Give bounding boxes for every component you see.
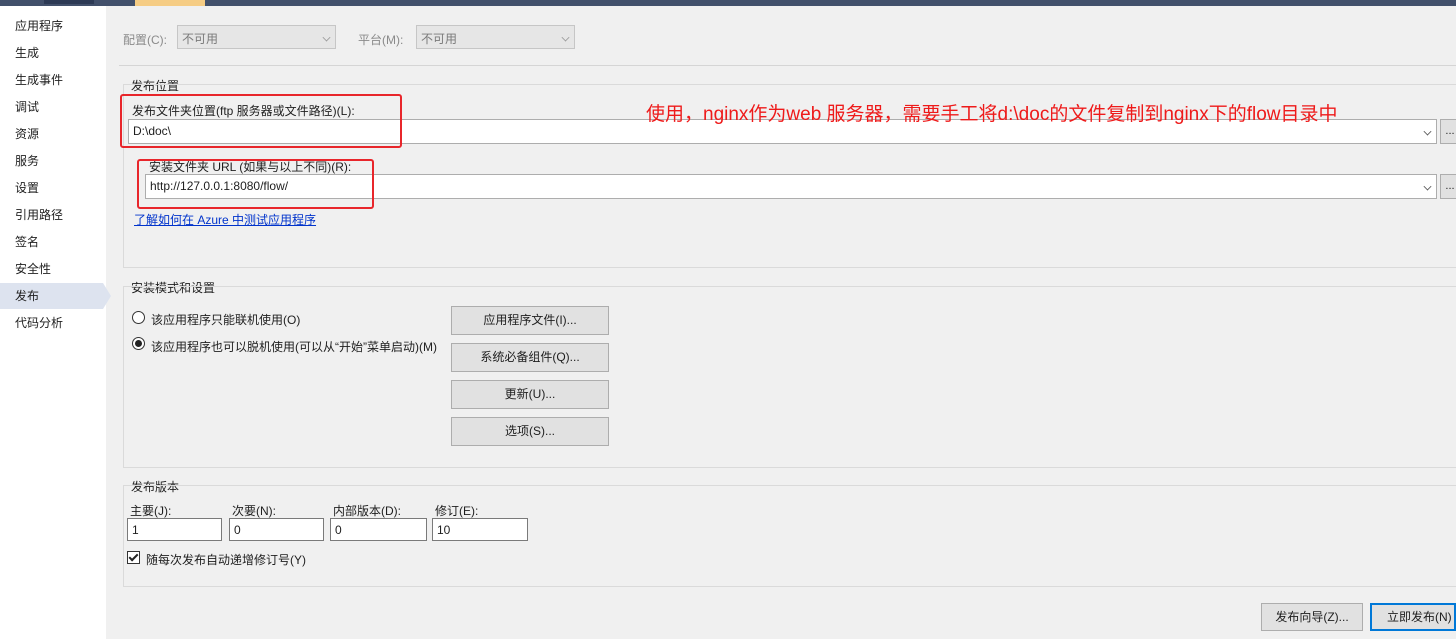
install-url-browse-button[interactable]: ... (1440, 174, 1456, 199)
online-only-label[interactable]: 该应用程序只能联机使用(O) (151, 311, 300, 328)
prerequisites-button[interactable]: 系统必备组件(Q)... (451, 343, 609, 372)
revision-value: 10 (437, 523, 451, 537)
auto-increment-label[interactable]: 随每次发布自动递增修订号(Y) (146, 551, 306, 568)
azure-test-link[interactable]: 了解如何在 Azure 中测试应用程序 (134, 211, 316, 228)
minor-version-value: 0 (234, 523, 241, 537)
sidebar-item-signing[interactable]: 签名 (0, 229, 103, 255)
application-files-button[interactable]: 应用程序文件(I)... (451, 306, 609, 335)
sidebar-item-build[interactable]: 生成 (0, 40, 103, 66)
document-tab[interactable] (44, 0, 94, 4)
annotation-highlight-url (137, 159, 374, 209)
sidebar-item-services[interactable]: 服务 (0, 148, 103, 174)
publish-wizard-button[interactable]: 发布向导(Z)... (1261, 603, 1363, 631)
property-sidebar: 应用程序 生成 生成事件 调试 资源 服务 设置 引用路径 签名 安全性 发布 … (0, 6, 111, 639)
sidebar-item-security[interactable]: 安全性 (0, 256, 103, 282)
build-version-value: 0 (335, 523, 342, 537)
platform-label: 平台(M): (358, 33, 404, 47)
chevron-down-icon (1423, 127, 1432, 136)
title-bar (0, 0, 1456, 6)
check-icon (128, 551, 139, 562)
publish-folder-browse-button[interactable]: ... (1440, 119, 1456, 144)
sidebar-item-code-analysis[interactable]: 代码分析 (0, 310, 103, 336)
sidebar-item-build-events[interactable]: 生成事件 (0, 67, 103, 93)
chevron-down-icon (561, 33, 570, 42)
revision-input[interactable]: 10 (432, 518, 528, 541)
offline-radio[interactable] (132, 337, 145, 350)
major-version-label: 主要(J): (130, 504, 172, 518)
sidebar-item-publish[interactable]: 发布 (0, 283, 111, 309)
config-select-value: 不可用 (182, 32, 219, 46)
sidebar-item-debug[interactable]: 调试 (0, 94, 103, 120)
config-label: 配置(C): (123, 33, 167, 47)
minor-version-input[interactable]: 0 (229, 518, 324, 541)
chevron-down-icon (1423, 182, 1432, 191)
chevron-down-icon (322, 33, 331, 42)
minor-version-label: 次要(N): (232, 504, 276, 518)
revision-label: 修订(E): (435, 504, 479, 518)
options-button[interactable]: 选项(S)... (451, 417, 609, 446)
annotation-highlight-folder (120, 94, 402, 148)
online-only-radio[interactable] (132, 311, 145, 324)
updates-button[interactable]: 更新(U)... (451, 380, 609, 409)
platform-select-value: 不可用 (421, 32, 458, 46)
sidebar-item-reference-paths[interactable]: 引用路径 (0, 202, 103, 228)
platform-select[interactable]: 不可用 (416, 25, 575, 49)
config-select[interactable]: 不可用 (177, 25, 336, 49)
build-version-label: 内部版本(D): (333, 504, 401, 518)
install-mode-group (123, 286, 1456, 468)
active-document-tab[interactable] (135, 0, 205, 6)
auto-increment-checkbox[interactable] (127, 551, 140, 564)
sidebar-item-resources[interactable]: 资源 (0, 121, 103, 147)
annotation-text: 使用，nginx作为web 服务器，需要手工将d:\doc的文件复制到nginx… (646, 104, 1338, 125)
major-version-value: 1 (132, 523, 139, 537)
publish-now-button[interactable]: 立即发布(N) (1370, 603, 1456, 631)
major-version-input[interactable]: 1 (127, 518, 222, 541)
sidebar-item-settings[interactable]: 设置 (0, 175, 103, 201)
offline-label[interactable]: 该应用程序也可以脱机使用(可以从“开始”菜单启动)(M) (151, 338, 437, 355)
build-version-input[interactable]: 0 (330, 518, 427, 541)
sidebar-item-application[interactable]: 应用程序 (0, 13, 103, 39)
separator (119, 65, 1456, 66)
